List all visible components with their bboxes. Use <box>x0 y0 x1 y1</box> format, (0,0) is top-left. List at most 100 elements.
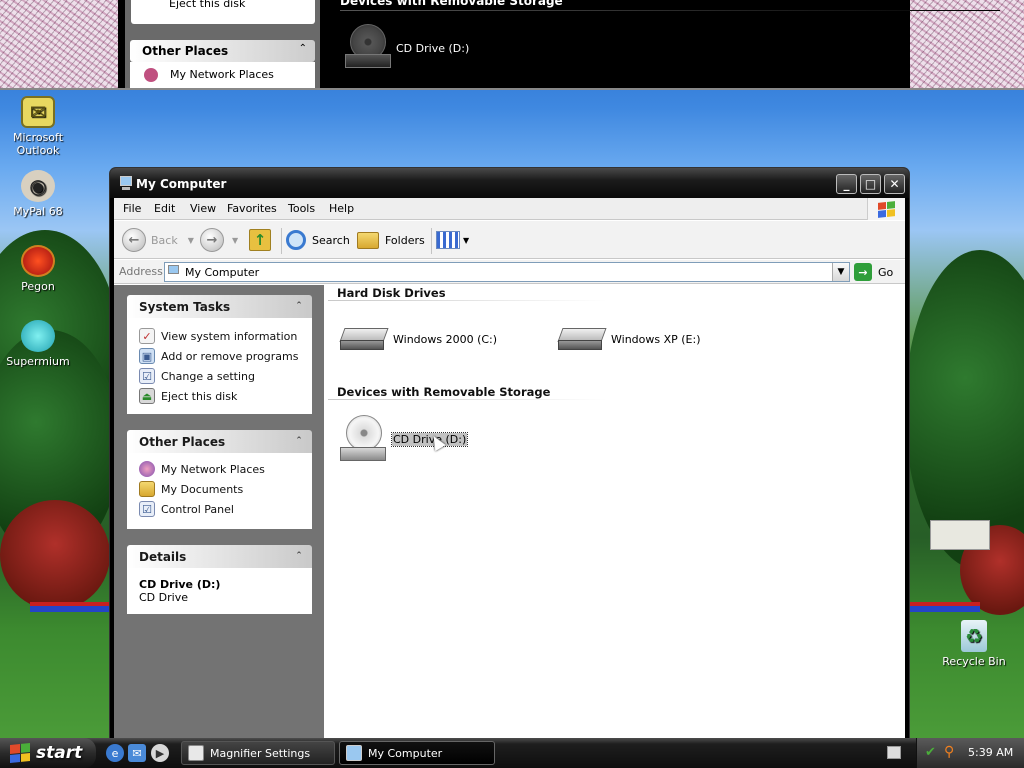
folders-icon <box>357 231 379 249</box>
recycle-bin-icon: ♻ <box>961 620 987 652</box>
hard-drive-icon <box>339 324 389 354</box>
media-player-icon[interactable]: ▶ <box>151 744 169 762</box>
safely-remove-icon[interactable]: ✔ <box>925 745 936 760</box>
other-places-body: My Network Places My Documents ☑ Control… <box>127 453 312 529</box>
magnified-removable-header: Devices with Removable Storage <box>340 0 563 8</box>
task-view-system-info[interactable]: ✓ View system information <box>139 328 297 344</box>
menu-favorites[interactable]: Favorites <box>227 202 277 215</box>
collapse-chevron-icon[interactable]: ⌃ <box>292 299 306 313</box>
hard-disk-drives-header: Hard Disk Drives <box>337 286 446 300</box>
building <box>930 520 990 550</box>
minimize-button[interactable]: _ <box>836 174 857 194</box>
maximize-icon: □ <box>864 177 877 191</box>
cd-drive-icon <box>340 415 390 463</box>
details-title: Details <box>139 550 187 564</box>
magnified-network-label: My Network Places <box>170 68 274 81</box>
supermium-icon <box>21 320 55 352</box>
task-label: Eject this disk <box>161 389 238 403</box>
content-pane: Hard Disk Drives Windows 2000 (C:) Windo… <box>324 285 905 740</box>
back-arrow-icon: ← <box>122 228 146 252</box>
system-tasks-header[interactable]: System Tasks ⌃ <box>127 295 312 318</box>
system-tasks-title: System Tasks <box>139 300 231 314</box>
task-eject-disk[interactable]: ⏏ Eject this disk <box>139 388 237 404</box>
flowerbed-left <box>30 602 110 612</box>
place-my-documents[interactable]: My Documents <box>139 481 243 497</box>
drive-windows-2000-c[interactable]: Windows 2000 (C:) <box>339 324 498 354</box>
removable-storage-header: Devices with Removable Storage <box>337 385 551 399</box>
task-add-remove-programs[interactable]: ▣ Add or remove programs <box>139 348 299 364</box>
drive-windows-xp-e[interactable]: Windows XP (E:) <box>557 324 701 354</box>
magnifier-view: Eject this disk Other Places ⌃ My Networ… <box>0 0 1024 90</box>
address-label: Address <box>119 265 163 278</box>
address-dropdown-button[interactable]: ▼ <box>832 263 849 281</box>
taskbar-button-magnifier-settings[interactable]: Magnifier Settings <box>181 741 335 765</box>
desktop-icon-label: Supermium <box>6 355 70 368</box>
chevron-down-icon: ▼ <box>837 267 845 277</box>
place-label: My Documents <box>161 482 244 496</box>
menu-view[interactable]: View <box>190 202 216 215</box>
desktop-icon-label: Recycle Bin <box>942 655 1006 668</box>
pegon-icon <box>21 245 55 277</box>
magnified-chevron-icon: ⌃ <box>298 43 307 54</box>
outlook-icon: ✉ <box>21 96 55 128</box>
back-button[interactable]: ← Back ▼ <box>122 226 194 254</box>
place-label: My Network Places <box>161 462 265 476</box>
menu-bar: File Edit View Favorites Tools Help <box>114 198 905 220</box>
computer-icon <box>346 745 362 761</box>
place-label: Control Panel <box>161 502 234 516</box>
back-dropdown-icon: ▼ <box>187 235 194 245</box>
forward-button[interactable]: → ▼ <box>200 226 238 254</box>
other-places-title: Other Places <box>139 435 226 449</box>
magnified-texture-left <box>0 0 118 88</box>
my-documents-icon <box>139 481 155 497</box>
forward-arrow-icon: → <box>200 228 224 252</box>
outlook-express-icon[interactable]: ✉ <box>128 744 146 762</box>
magnified-eject-label: Eject this disk <box>169 0 246 10</box>
title-bar[interactable]: My Computer _ □ ✕ <box>110 168 909 198</box>
drive-cd-d[interactable]: CD Drive (D:) <box>340 415 469 463</box>
up-button[interactable]: ↑ <box>249 226 271 254</box>
start-button[interactable]: start <box>0 738 96 768</box>
menu-file[interactable]: File <box>123 202 141 215</box>
hard-drive-icon <box>557 324 607 354</box>
desktop-icon-mypal[interactable]: ◉ MyPal 68 <box>0 170 76 218</box>
keyboard-icon[interactable] <box>887 746 901 759</box>
search-button[interactable]: Search <box>286 226 350 254</box>
maximize-button[interactable]: □ <box>860 174 881 194</box>
section-divider <box>328 399 608 400</box>
address-input[interactable]: My Computer ▼ <box>164 262 850 282</box>
details-header[interactable]: Details ⌃ <box>127 545 312 568</box>
collapse-chevron-icon[interactable]: ⌃ <box>292 434 306 448</box>
magnified-other-places-head: Other Places ⌃ <box>130 40 315 62</box>
other-places-header[interactable]: Other Places ⌃ <box>127 430 312 453</box>
system-tasks-group: System Tasks ⌃ ✓ View system information… <box>127 295 312 414</box>
taskbar-button-my-computer[interactable]: My Computer <box>339 741 495 765</box>
desktop-icon-outlook[interactable]: ✉ Microsoft Outlook <box>0 96 76 157</box>
desktop-icon-pegon[interactable]: Pegon <box>0 245 76 293</box>
place-my-network-places[interactable]: My Network Places <box>139 461 265 477</box>
go-button[interactable]: → Go <box>854 262 893 282</box>
menu-edit[interactable]: Edit <box>154 202 175 215</box>
clock[interactable]: 5:39 AM <box>968 746 1013 759</box>
drive-label: Windows 2000 (C:) <box>393 332 498 346</box>
desktop-icon-supermium[interactable]: Supermium <box>0 320 76 368</box>
drive-label: Windows XP (E:) <box>611 332 701 346</box>
views-button[interactable]: ▼ <box>436 226 469 254</box>
address-bar: Address My Computer ▼ → Go <box>114 260 905 284</box>
menu-help[interactable]: Help <box>329 202 354 215</box>
search-tray-icon[interactable]: ⚲ <box>944 744 954 760</box>
details-group: Details ⌃ CD Drive (D:) CD Drive <box>127 545 312 614</box>
close-button[interactable]: ✕ <box>884 174 905 194</box>
windows-flag-icon <box>10 742 30 764</box>
task-change-setting[interactable]: ☑ Change a setting <box>139 368 255 384</box>
control-panel-icon: ☑ <box>139 501 155 517</box>
menu-tools[interactable]: Tools <box>288 202 315 215</box>
desktop-icon-recycle-bin[interactable]: ♻ Recycle Bin <box>936 620 1012 668</box>
collapse-chevron-icon[interactable]: ⌃ <box>292 549 306 563</box>
internet-explorer-icon[interactable]: e <box>106 744 124 762</box>
folders-button[interactable]: Folders <box>357 226 425 254</box>
desktop-icon-label: Microsoft Outlook <box>12 131 64 157</box>
task-label: Add or remove programs <box>161 349 299 363</box>
task-label: Change a setting <box>161 369 255 383</box>
place-control-panel[interactable]: ☑ Control Panel <box>139 501 234 517</box>
